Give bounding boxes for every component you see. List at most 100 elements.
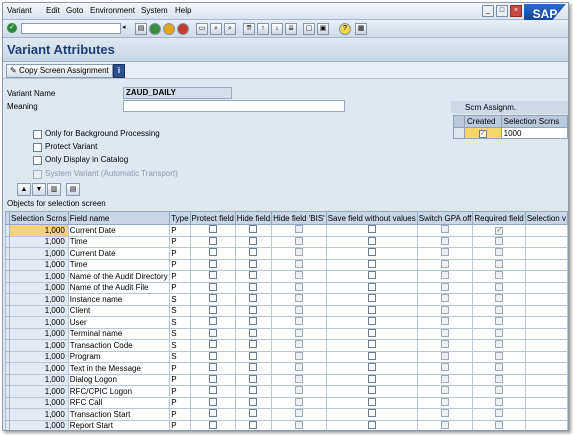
selection-variable-cell[interactable] bbox=[524, 281, 568, 294]
hide-field-checkbox[interactable] bbox=[249, 397, 258, 406]
table-row[interactable]: 1,000 Current Date P ✓ bbox=[5, 224, 568, 237]
hide-field-checkbox[interactable] bbox=[249, 225, 258, 234]
save-without-values-checkbox[interactable] bbox=[367, 294, 376, 303]
table-row[interactable]: 1,000 Name of the Audit Directory P bbox=[5, 270, 568, 283]
back-icon[interactable] bbox=[149, 23, 161, 35]
selection-variable-cell[interactable] bbox=[524, 408, 568, 421]
enter-icon[interactable]: ✓ bbox=[7, 23, 17, 33]
protect-field-checkbox[interactable] bbox=[208, 271, 217, 280]
save-without-values-checkbox[interactable] bbox=[367, 305, 376, 314]
hide-field-checkbox[interactable] bbox=[249, 363, 258, 372]
menu-variant[interactable]: Variant bbox=[7, 6, 32, 15]
hide-field-checkbox[interactable] bbox=[249, 248, 258, 257]
maximize-icon[interactable]: □ bbox=[496, 5, 508, 17]
protect-field-checkbox[interactable] bbox=[208, 374, 217, 383]
protect-field-checkbox[interactable] bbox=[208, 340, 217, 349]
table-row[interactable]: 1,000 RFC/CPIC Logon P bbox=[5, 385, 568, 398]
hide-field-checkbox[interactable] bbox=[249, 236, 258, 245]
selection-variable-cell[interactable] bbox=[524, 258, 568, 271]
selection-variable-cell[interactable] bbox=[524, 327, 568, 340]
copy-screen-assignment-button[interactable]: ✎ Copy Screen Assignment bbox=[6, 64, 113, 78]
protect-field-checkbox[interactable] bbox=[208, 305, 217, 314]
info-icon[interactable]: i bbox=[113, 64, 125, 78]
save-without-values-checkbox[interactable] bbox=[367, 236, 376, 245]
table-row[interactable]: 1,000 Transaction Code S bbox=[5, 339, 568, 352]
protect-field-checkbox[interactable] bbox=[208, 248, 217, 257]
save-without-values-checkbox[interactable] bbox=[367, 282, 376, 291]
row-selector[interactable] bbox=[453, 127, 465, 139]
save-without-values-checkbox[interactable] bbox=[367, 248, 376, 257]
menu-goto[interactable]: Goto bbox=[66, 6, 83, 15]
save-without-values-checkbox[interactable] bbox=[367, 340, 376, 349]
table-row[interactable]: 1,000 Time P bbox=[5, 235, 568, 248]
selection-variable-cell[interactable] bbox=[524, 419, 568, 430]
only-background-checkbox[interactable] bbox=[33, 130, 42, 139]
protect-field-checkbox[interactable] bbox=[208, 294, 217, 303]
save-without-values-checkbox[interactable] bbox=[367, 386, 376, 395]
selection-variable-cell[interactable] bbox=[524, 350, 568, 363]
col-required-field[interactable]: Required field bbox=[472, 211, 526, 225]
table-row[interactable]: 1,000 Name of the Audit File P bbox=[5, 281, 568, 294]
protect-field-checkbox[interactable] bbox=[208, 236, 217, 245]
selection-variable-cell[interactable] bbox=[524, 396, 568, 409]
meaning-input[interactable] bbox=[123, 100, 345, 112]
selection-variable-cell[interactable] bbox=[524, 293, 568, 306]
selection-variable-cell[interactable] bbox=[524, 235, 568, 248]
menu-help[interactable]: Help bbox=[175, 6, 191, 15]
protect-field-checkbox[interactable] bbox=[208, 397, 217, 406]
protect-field-checkbox[interactable] bbox=[208, 420, 217, 429]
protect-field-checkbox[interactable] bbox=[208, 282, 217, 291]
hide-field-checkbox[interactable] bbox=[249, 317, 258, 326]
col-protect-field[interactable]: Protect field bbox=[189, 211, 236, 225]
save-without-values-checkbox[interactable] bbox=[367, 363, 376, 372]
save-without-values-checkbox[interactable] bbox=[367, 271, 376, 280]
selection-variable-cell[interactable] bbox=[524, 247, 568, 260]
help-icon[interactable]: ? bbox=[339, 23, 351, 35]
protect-field-checkbox[interactable] bbox=[208, 386, 217, 395]
save-without-values-checkbox[interactable] bbox=[367, 420, 376, 429]
hide-field-checkbox[interactable] bbox=[249, 409, 258, 418]
protect-field-checkbox[interactable] bbox=[208, 328, 217, 337]
table-row[interactable]: 1,000 User S bbox=[5, 316, 568, 329]
save-icon[interactable]: ▤ bbox=[135, 23, 147, 35]
only-display-catalog-checkbox[interactable] bbox=[33, 156, 42, 165]
col-hide-field[interactable]: Hide field bbox=[234, 211, 273, 225]
save-without-values-checkbox[interactable] bbox=[367, 409, 376, 418]
hide-field-checkbox[interactable] bbox=[249, 340, 258, 349]
col-switch-gpa-off[interactable]: Switch GPA off bbox=[416, 211, 474, 225]
find-in-grid-icon[interactable]: ▥ bbox=[47, 183, 61, 196]
minimize-icon[interactable]: _ bbox=[482, 5, 494, 17]
hide-field-checkbox[interactable] bbox=[249, 351, 258, 360]
table-row[interactable]: 1,000 Text in the Message P bbox=[5, 362, 568, 375]
hide-field-checkbox[interactable] bbox=[249, 328, 258, 337]
sort-ascending-icon[interactable]: ▲ bbox=[17, 183, 31, 196]
menu-edit[interactable]: Edit bbox=[46, 6, 60, 15]
protect-field-checkbox[interactable] bbox=[208, 409, 217, 418]
col-hide-field-bis[interactable]: Hide field 'BIS' bbox=[271, 211, 327, 225]
col-field-name[interactable]: Field name bbox=[67, 211, 171, 225]
exit-icon[interactable] bbox=[163, 23, 175, 35]
hide-field-checkbox[interactable] bbox=[249, 374, 258, 383]
print-icon[interactable]: ▭ bbox=[196, 23, 208, 35]
protect-field-checkbox[interactable] bbox=[208, 317, 217, 326]
command-field[interactable] bbox=[21, 23, 121, 34]
table-row[interactable]: 1,000 Time P bbox=[5, 258, 568, 271]
col-selection-variable[interactable]: Selection v bbox=[524, 211, 568, 225]
save-without-values-checkbox[interactable] bbox=[367, 374, 376, 383]
save-without-values-checkbox[interactable] bbox=[367, 328, 376, 337]
save-without-values-checkbox[interactable] bbox=[367, 397, 376, 406]
export-icon[interactable]: ▤ bbox=[66, 183, 80, 196]
table-row[interactable]: 1,000 Program S bbox=[5, 350, 568, 363]
table-row[interactable]: 1,000 Transaction Start P bbox=[5, 408, 568, 421]
filter-icon[interactable]: ▼ bbox=[32, 183, 46, 196]
hide-field-checkbox[interactable] bbox=[249, 305, 258, 314]
selection-variable-cell[interactable] bbox=[524, 373, 568, 386]
selection-variable-cell[interactable] bbox=[524, 304, 568, 317]
customize-layout-icon[interactable]: ▦ bbox=[355, 23, 367, 35]
menu-environment[interactable]: Environment bbox=[90, 6, 135, 15]
selection-variable-cell[interactable] bbox=[524, 362, 568, 375]
col-type[interactable]: Type bbox=[169, 211, 191, 225]
hide-field-checkbox[interactable] bbox=[249, 386, 258, 395]
hide-field-checkbox[interactable] bbox=[249, 282, 258, 291]
protect-field-checkbox[interactable] bbox=[208, 363, 217, 372]
